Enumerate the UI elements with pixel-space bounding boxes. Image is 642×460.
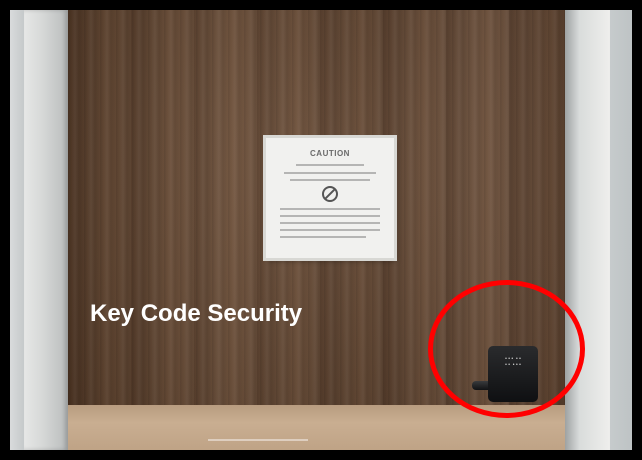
photo-frame: CAUTION Key Code Security	[0, 0, 642, 460]
right-wall	[610, 10, 632, 450]
prohibited-icon	[322, 186, 338, 202]
sign-text-line	[284, 172, 376, 174]
red-highlight-circle	[428, 280, 585, 418]
sign-text-line	[280, 222, 380, 224]
caution-sign-title: CAUTION	[310, 149, 350, 158]
left-door-frame	[24, 10, 68, 450]
sign-text-line	[290, 179, 370, 181]
sign-text-line	[280, 208, 380, 210]
caution-sign: CAUTION	[266, 138, 394, 258]
sign-text-line	[280, 215, 380, 217]
sign-text-line	[296, 164, 364, 166]
sign-text-line	[280, 229, 380, 231]
sign-text-line	[280, 236, 366, 238]
caption-label: Key Code Security	[90, 300, 303, 327]
kickplate-reflection	[208, 439, 308, 441]
left-wall	[10, 10, 24, 450]
